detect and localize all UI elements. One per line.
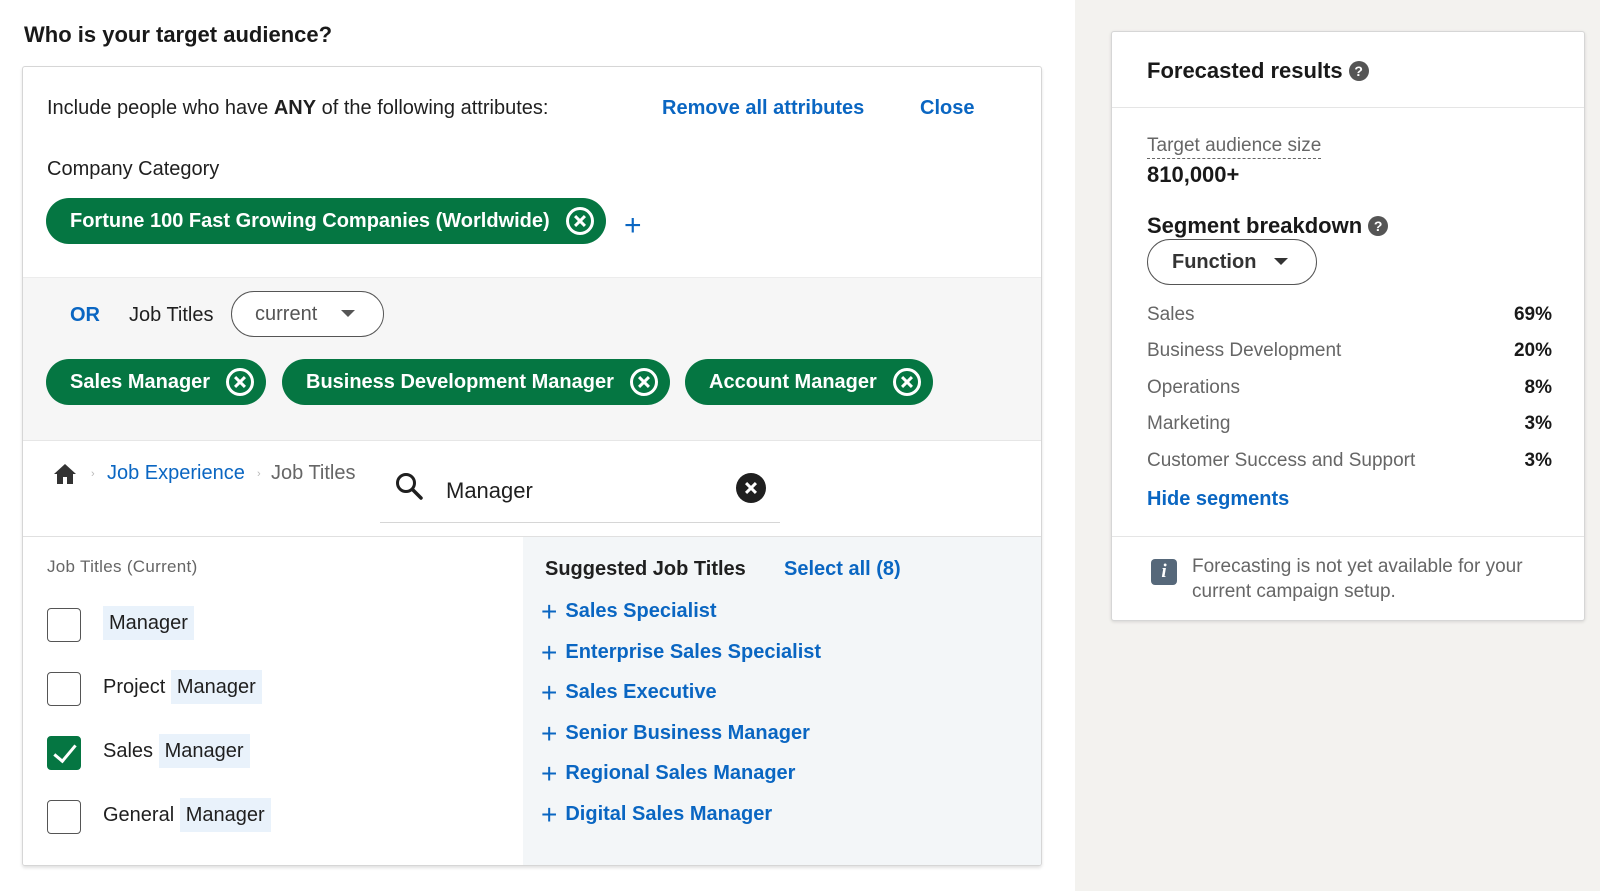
- segment-percent: 69%: [1513, 304, 1552, 325]
- checkbox[interactable]: [47, 608, 81, 642]
- dropdown-value: Function: [1172, 250, 1257, 273]
- remove-pill-icon[interactable]: [226, 368, 255, 396]
- remove-pill-icon[interactable]: [629, 368, 658, 396]
- segment-breakdown-title: Segment breakdown?: [1147, 213, 1389, 239]
- chevron-right-icon: ›: [91, 468, 95, 480]
- dropdown-value: current: [255, 302, 318, 325]
- plus-icon: +: [541, 757, 558, 789]
- forecast-panel: Forecasted results? Target audience size…: [1111, 31, 1585, 621]
- remove-pill-icon[interactable]: [892, 368, 921, 396]
- chevron-down-icon: [1274, 258, 1288, 265]
- clear-search-icon[interactable]: [736, 473, 766, 503]
- forecast-header: Forecasted results?: [1112, 32, 1584, 108]
- facet-browser-header: › Job Experience › Job Titles: [23, 441, 1041, 537]
- segment-name: Customer Success and Support: [1147, 450, 1416, 471]
- close-button[interactable]: Close: [920, 97, 974, 120]
- suggested-item[interactable]: + Senior Business Manager: [541, 717, 810, 749]
- job-titles-label: Job Titles: [129, 304, 214, 326]
- segment-row: Business Development 20%: [1147, 340, 1552, 364]
- pill-label: Fortune 100 Fast Growing Companies (Worl…: [70, 209, 550, 232]
- pill-label: Business Development Manager: [306, 370, 614, 393]
- search-icon: [396, 473, 423, 500]
- suggested-title: Suggested Job Titles: [545, 558, 746, 580]
- or-group: OR Job Titles current Sales Manager Busi…: [23, 277, 1041, 441]
- suggested-item[interactable]: + Sales Executive: [541, 676, 717, 708]
- checkbox[interactable]: [47, 800, 81, 834]
- attributes-header: Include people who have ANY of the follo…: [47, 97, 1017, 121]
- target-audience-size-label[interactable]: Target audience size: [1147, 135, 1322, 159]
- checkbox-checked[interactable]: [47, 736, 81, 770]
- info-icon: i: [1151, 559, 1177, 585]
- segment-row: Sales 69%: [1147, 304, 1552, 328]
- remove-pill-icon[interactable]: [565, 207, 594, 235]
- hide-segments-button[interactable]: Hide segments: [1147, 488, 1289, 511]
- list-item[interactable]: Manager: [47, 606, 507, 646]
- job-title-pill: Sales Manager: [46, 359, 267, 405]
- segment-row: Customer Success and Support 3%: [1147, 450, 1552, 474]
- segment-name: Sales: [1147, 304, 1195, 325]
- item-label: Manager: [103, 606, 194, 640]
- suggested-item[interactable]: + Digital Sales Manager: [541, 798, 772, 830]
- suggested-item[interactable]: + Regional Sales Manager: [541, 757, 795, 789]
- company-category-label: Company Category: [47, 158, 220, 180]
- home-icon[interactable]: [53, 463, 77, 485]
- forecast-footer: i Forecasting is not yet available for y…: [1112, 536, 1584, 622]
- company-category-pill: Fortune 100 Fast Growing Companies (Worl…: [46, 198, 606, 244]
- plus-icon: +: [541, 595, 558, 627]
- chevron-down-icon: [341, 310, 355, 317]
- list-item[interactable]: General Manager: [47, 798, 507, 838]
- or-label: OR: [70, 304, 100, 326]
- suggested-item[interactable]: + Sales Specialist: [541, 595, 717, 627]
- segment-row: Operations 8%: [1147, 377, 1552, 401]
- job-title-search: [380, 455, 780, 523]
- chevron-right-icon: ›: [257, 468, 261, 480]
- segment-percent: 8%: [1524, 377, 1552, 398]
- remove-all-attributes-button[interactable]: Remove all attributes: [662, 97, 864, 120]
- segment-function-dropdown[interactable]: Function: [1147, 239, 1317, 285]
- target-audience-size-value: 810,000+: [1147, 162, 1240, 187]
- list-item[interactable]: Sales Manager: [47, 734, 507, 774]
- forecast-note: Forecasting is not yet available for you…: [1192, 556, 1523, 602]
- segment-percent: 3%: [1524, 413, 1552, 434]
- pill-label: Account Manager: [709, 370, 877, 393]
- segment-row: Marketing 3%: [1147, 413, 1552, 437]
- plus-icon: +: [541, 636, 558, 668]
- item-label: Sales Manager: [103, 734, 250, 768]
- audience-card: Include people who have ANY of the follo…: [22, 66, 1042, 866]
- select-all-button[interactable]: Select all (8): [784, 558, 901, 581]
- plus-icon: +: [541, 676, 558, 708]
- pill-label: Sales Manager: [70, 370, 211, 393]
- search-input[interactable]: [446, 475, 726, 507]
- add-company-category-icon[interactable]: +: [624, 211, 642, 241]
- item-label: General Manager: [103, 798, 271, 832]
- help-icon[interactable]: ?: [1368, 216, 1389, 236]
- list-item[interactable]: Project Manager: [47, 670, 507, 710]
- segment-percent: 3%: [1524, 450, 1552, 471]
- help-icon[interactable]: ?: [1348, 61, 1369, 81]
- job-title-tense-dropdown[interactable]: current: [231, 291, 384, 337]
- job-title-pill: Business Development Manager: [282, 359, 670, 405]
- segment-name: Marketing: [1147, 413, 1231, 434]
- breadcrumb-job-experience[interactable]: Job Experience: [107, 462, 245, 485]
- forecast-title: Forecasted results?: [1147, 58, 1369, 84]
- checkbox[interactable]: [47, 672, 81, 706]
- breadcrumb-current: Job Titles: [271, 462, 356, 484]
- suggested-job-titles: Suggested Job Titles Select all (8) + Sal…: [523, 537, 1041, 865]
- plus-icon: +: [541, 798, 558, 830]
- attributes-intro: Include people who have ANY of the follo…: [47, 97, 549, 119]
- segment-name: Operations: [1147, 377, 1240, 398]
- plus-icon: +: [541, 717, 558, 749]
- segment-name: Business Development: [1147, 340, 1342, 361]
- current-job-titles-list: Job Titles (Current) Manager Project Man…: [23, 537, 523, 865]
- item-label: Project Manager: [103, 670, 262, 704]
- page-title: Who is your target audience?: [24, 22, 333, 47]
- list-title: Job Titles (Current): [47, 557, 198, 576]
- job-title-pill: Account Manager: [685, 359, 933, 405]
- segment-percent: 20%: [1513, 340, 1552, 361]
- suggested-item[interactable]: + Enterprise Sales Specialist: [541, 636, 821, 668]
